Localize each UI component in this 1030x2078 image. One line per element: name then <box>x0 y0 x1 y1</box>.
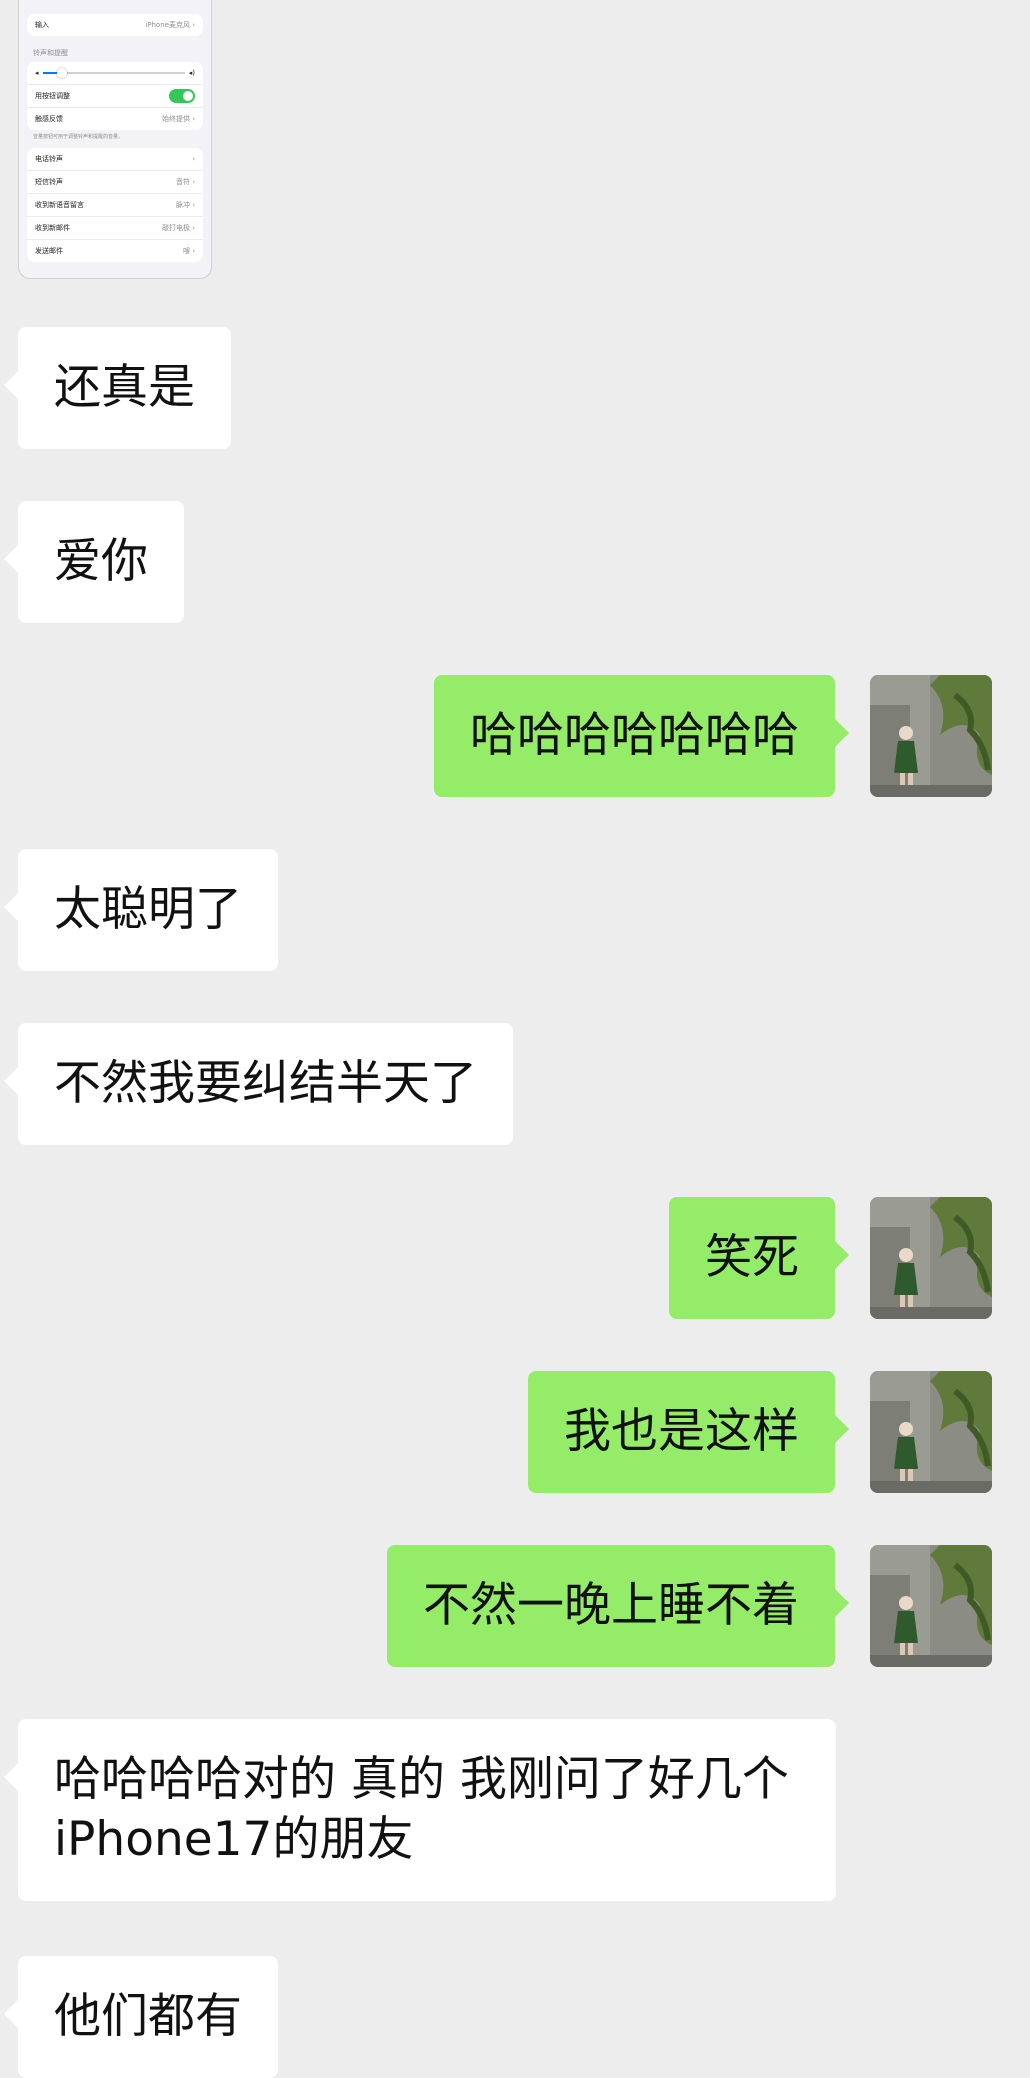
message-bubble[interactable]: 爱你 <box>4 501 184 623</box>
settings-row-sound: 收到新邮件 敲打电极 › <box>27 217 203 240</box>
message-incoming[interactable]: 太聪明了 <box>4 849 278 971</box>
message-bubble[interactable]: 太聪明了 <box>4 849 278 971</box>
settings-section-header: 铃声和提醒 <box>33 49 68 57</box>
settings-row-input: 输入 iPhone麦克风 › <box>27 14 203 36</box>
message-outgoing[interactable]: 不然一晚上睡不着 <box>387 1545 849 1667</box>
settings-row-sound: 短信铃声 音符 › <box>27 171 203 194</box>
message-bubble[interactable]: 他们都有 <box>4 1956 278 2078</box>
settings-note: 音量按钮可用于调整铃声和提醒的音量。 <box>33 134 124 140</box>
settings-row-label: 输入 <box>35 21 49 29</box>
settings-screenshot-preview[interactable]: 输入 iPhone麦克风 › 铃声和提醒 ◂ ◂) 用按钮调整 触感反馈 始终提… <box>18 0 212 279</box>
message-bubble[interactable]: 不然我要纠结半天了 <box>4 1023 513 1145</box>
avatar[interactable] <box>870 675 992 797</box>
settings-row-sound: 发送邮件 嗖 › <box>35 247 195 255</box>
settings-row-label: 触感反馈 <box>35 115 63 123</box>
message-incoming[interactable]: 爱你 <box>4 501 184 623</box>
message-bubble[interactable]: 笑死 <box>669 1197 849 1319</box>
message-incoming[interactable]: 他们都有 <box>4 1956 278 2078</box>
settings-row-label: 用按钮调整 <box>35 92 70 100</box>
message-incoming[interactable]: 哈哈哈哈对的 真的 我刚问了好几个iPhone17的朋友 <box>4 1719 836 1901</box>
settings-row-toggle: 用按钮调整 <box>27 85 203 108</box>
settings-row-sound: 收到新语音留言 脉冲 › <box>27 194 203 217</box>
speaker-low-icon: ◂ <box>35 69 39 77</box>
volume-slider-row: ◂ ◂) <box>27 62 203 85</box>
settings-group-input: 输入 iPhone麦克风 › <box>27 14 203 36</box>
message-bubble[interactable]: 不然一晚上睡不着 <box>387 1545 849 1667</box>
toggle-switch <box>169 89 195 103</box>
settings-group-ringer: ◂ ◂) 用按钮调整 触感反馈 始终提供 › <box>27 62 203 130</box>
avatar[interactable] <box>870 1197 992 1319</box>
settings-group-sounds: 电话铃声 › 短信铃声 音符 › 收到新语音留言 脉冲 › 收到新邮件 敲打电极… <box>27 148 203 262</box>
settings-row-sound: 电话铃声 › <box>27 148 203 171</box>
settings-row-value: iPhone麦克风 › <box>145 21 195 29</box>
message-outgoing[interactable]: 笑死 <box>669 1197 849 1319</box>
volume-slider: ◂ ◂) <box>35 68 195 78</box>
message-bubble[interactable]: 哈哈哈哈哈哈哈 <box>434 675 849 797</box>
settings-row-haptics: 触感反馈 始终提供 › <box>27 108 203 130</box>
message-outgoing[interactable]: 哈哈哈哈哈哈哈 <box>434 675 849 797</box>
message-bubble[interactable]: 哈哈哈哈对的 真的 我刚问了好几个iPhone17的朋友 <box>4 1719 836 1901</box>
avatar[interactable] <box>870 1545 992 1667</box>
avatar[interactable] <box>870 1371 992 1493</box>
settings-row-value: 始终提供 › <box>161 115 195 123</box>
message-bubble[interactable]: 还真是 <box>4 327 231 449</box>
message-bubble[interactable]: 我也是这样 <box>528 1371 849 1493</box>
message-incoming[interactable]: 不然我要纠结半天了 <box>4 1023 513 1145</box>
message-outgoing[interactable]: 我也是这样 <box>528 1371 849 1493</box>
speaker-high-icon: ◂) <box>188 69 195 77</box>
message-incoming[interactable]: 还真是 <box>4 327 231 449</box>
